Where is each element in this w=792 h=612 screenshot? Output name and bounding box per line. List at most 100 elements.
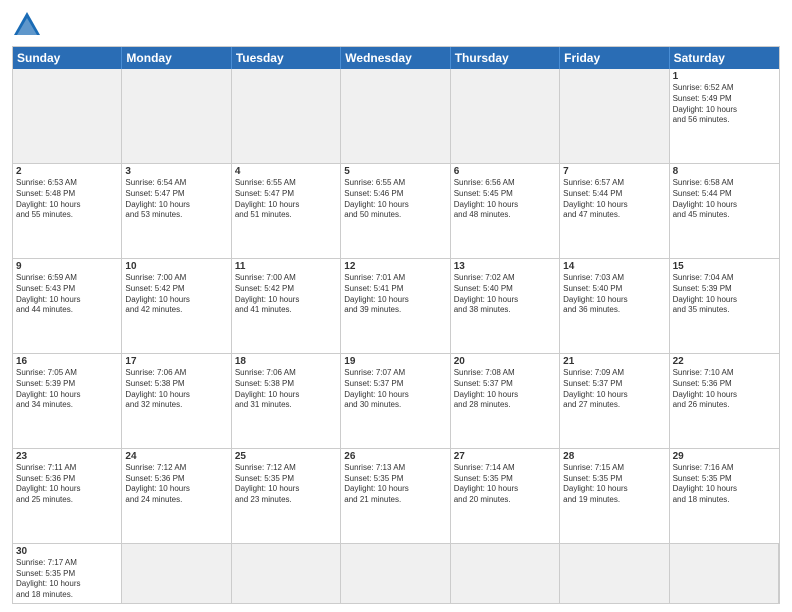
day-number: 29	[673, 451, 776, 462]
day-cell: 8Sunrise: 6:58 AM Sunset: 5:44 PM Daylig…	[670, 164, 779, 258]
week-row: 2Sunrise: 6:53 AM Sunset: 5:48 PM Daylig…	[13, 163, 779, 258]
day-cell	[232, 69, 341, 163]
day-number: 28	[563, 451, 665, 462]
day-number: 21	[563, 356, 665, 367]
day-info: Sunrise: 6:56 AM Sunset: 5:45 PM Dayligh…	[454, 178, 556, 221]
day-number: 23	[16, 451, 118, 462]
day-number: 4	[235, 166, 337, 177]
day-number: 7	[563, 166, 665, 177]
page: SundayMondayTuesdayWednesdayThursdayFrid…	[0, 0, 792, 612]
day-cell: 5Sunrise: 6:55 AM Sunset: 5:46 PM Daylig…	[341, 164, 450, 258]
day-number: 26	[344, 451, 446, 462]
day-cell	[13, 69, 122, 163]
day-number: 2	[16, 166, 118, 177]
day-cell: 19Sunrise: 7:07 AM Sunset: 5:37 PM Dayli…	[341, 354, 450, 448]
calendar: SundayMondayTuesdayWednesdayThursdayFrid…	[12, 46, 780, 604]
day-info: Sunrise: 7:07 AM Sunset: 5:37 PM Dayligh…	[344, 368, 446, 411]
day-info: Sunrise: 7:10 AM Sunset: 5:36 PM Dayligh…	[673, 368, 776, 411]
day-number: 12	[344, 261, 446, 272]
last-week-row: 30Sunrise: 7:17 AM Sunset: 5:35 PM Dayli…	[13, 543, 779, 603]
week-row: 23Sunrise: 7:11 AM Sunset: 5:36 PM Dayli…	[13, 448, 779, 543]
day-cell: 30Sunrise: 7:17 AM Sunset: 5:35 PM Dayli…	[13, 544, 122, 603]
week-row: 1Sunrise: 6:52 AM Sunset: 5:49 PM Daylig…	[13, 69, 779, 163]
day-cell	[451, 544, 560, 603]
day-cell	[341, 69, 450, 163]
day-cell	[341, 544, 450, 603]
day-cell: 27Sunrise: 7:14 AM Sunset: 5:35 PM Dayli…	[451, 449, 560, 543]
day-cell: 2Sunrise: 6:53 AM Sunset: 5:48 PM Daylig…	[13, 164, 122, 258]
day-number: 3	[125, 166, 227, 177]
day-info: Sunrise: 7:02 AM Sunset: 5:40 PM Dayligh…	[454, 273, 556, 316]
day-info: Sunrise: 6:52 AM Sunset: 5:49 PM Dayligh…	[673, 83, 776, 126]
logo-icon	[12, 10, 42, 40]
day-number: 1	[673, 71, 776, 82]
day-number: 6	[454, 166, 556, 177]
day-info: Sunrise: 6:55 AM Sunset: 5:46 PM Dayligh…	[344, 178, 446, 221]
day-cell: 16Sunrise: 7:05 AM Sunset: 5:39 PM Dayli…	[13, 354, 122, 448]
day-number: 30	[16, 546, 118, 557]
day-number: 14	[563, 261, 665, 272]
day-cell	[232, 544, 341, 603]
day-cell: 15Sunrise: 7:04 AM Sunset: 5:39 PM Dayli…	[670, 259, 779, 353]
day-cell	[122, 69, 231, 163]
day-header: Wednesday	[341, 47, 450, 69]
day-info: Sunrise: 6:55 AM Sunset: 5:47 PM Dayligh…	[235, 178, 337, 221]
day-info: Sunrise: 7:09 AM Sunset: 5:37 PM Dayligh…	[563, 368, 665, 411]
day-info: Sunrise: 7:03 AM Sunset: 5:40 PM Dayligh…	[563, 273, 665, 316]
day-cell: 17Sunrise: 7:06 AM Sunset: 5:38 PM Dayli…	[122, 354, 231, 448]
day-info: Sunrise: 6:57 AM Sunset: 5:44 PM Dayligh…	[563, 178, 665, 221]
week-row: 16Sunrise: 7:05 AM Sunset: 5:39 PM Dayli…	[13, 353, 779, 448]
day-number: 16	[16, 356, 118, 367]
day-info: Sunrise: 6:54 AM Sunset: 5:47 PM Dayligh…	[125, 178, 227, 221]
day-info: Sunrise: 7:12 AM Sunset: 5:35 PM Dayligh…	[235, 463, 337, 506]
day-header: Sunday	[13, 47, 122, 69]
day-info: Sunrise: 6:59 AM Sunset: 5:43 PM Dayligh…	[16, 273, 118, 316]
day-cell	[560, 69, 669, 163]
day-info: Sunrise: 7:00 AM Sunset: 5:42 PM Dayligh…	[125, 273, 227, 316]
day-number: 19	[344, 356, 446, 367]
day-number: 25	[235, 451, 337, 462]
day-cell: 26Sunrise: 7:13 AM Sunset: 5:35 PM Dayli…	[341, 449, 450, 543]
day-number: 8	[673, 166, 776, 177]
day-info: Sunrise: 7:14 AM Sunset: 5:35 PM Dayligh…	[454, 463, 556, 506]
day-cell: 21Sunrise: 7:09 AM Sunset: 5:37 PM Dayli…	[560, 354, 669, 448]
day-cell: 23Sunrise: 7:11 AM Sunset: 5:36 PM Dayli…	[13, 449, 122, 543]
day-number: 9	[16, 261, 118, 272]
day-cell: 18Sunrise: 7:06 AM Sunset: 5:38 PM Dayli…	[232, 354, 341, 448]
day-number: 20	[454, 356, 556, 367]
day-headers: SundayMondayTuesdayWednesdayThursdayFrid…	[13, 47, 779, 69]
day-number: 18	[235, 356, 337, 367]
day-info: Sunrise: 7:06 AM Sunset: 5:38 PM Dayligh…	[235, 368, 337, 411]
day-cell: 3Sunrise: 6:54 AM Sunset: 5:47 PM Daylig…	[122, 164, 231, 258]
day-cell: 1Sunrise: 6:52 AM Sunset: 5:49 PM Daylig…	[670, 69, 779, 163]
day-number: 13	[454, 261, 556, 272]
day-header: Friday	[560, 47, 669, 69]
day-cell	[670, 544, 779, 603]
day-cell: 12Sunrise: 7:01 AM Sunset: 5:41 PM Dayli…	[341, 259, 450, 353]
header	[12, 10, 780, 40]
day-cell: 9Sunrise: 6:59 AM Sunset: 5:43 PM Daylig…	[13, 259, 122, 353]
day-number: 17	[125, 356, 227, 367]
day-cell: 28Sunrise: 7:15 AM Sunset: 5:35 PM Dayli…	[560, 449, 669, 543]
day-cell	[560, 544, 669, 603]
day-info: Sunrise: 6:58 AM Sunset: 5:44 PM Dayligh…	[673, 178, 776, 221]
day-number: 11	[235, 261, 337, 272]
day-header: Monday	[122, 47, 231, 69]
day-cell: 29Sunrise: 7:16 AM Sunset: 5:35 PM Dayli…	[670, 449, 779, 543]
day-number: 15	[673, 261, 776, 272]
day-cell: 4Sunrise: 6:55 AM Sunset: 5:47 PM Daylig…	[232, 164, 341, 258]
day-info: Sunrise: 7:16 AM Sunset: 5:35 PM Dayligh…	[673, 463, 776, 506]
day-cell	[122, 544, 231, 603]
weeks: 1Sunrise: 6:52 AM Sunset: 5:49 PM Daylig…	[13, 69, 779, 543]
day-header: Saturday	[670, 47, 779, 69]
day-cell: 24Sunrise: 7:12 AM Sunset: 5:36 PM Dayli…	[122, 449, 231, 543]
day-info: Sunrise: 7:06 AM Sunset: 5:38 PM Dayligh…	[125, 368, 227, 411]
day-number: 24	[125, 451, 227, 462]
day-cell: 22Sunrise: 7:10 AM Sunset: 5:36 PM Dayli…	[670, 354, 779, 448]
day-header: Thursday	[451, 47, 560, 69]
day-info: Sunrise: 7:17 AM Sunset: 5:35 PM Dayligh…	[16, 558, 118, 601]
logo	[12, 10, 46, 40]
day-cell: 7Sunrise: 6:57 AM Sunset: 5:44 PM Daylig…	[560, 164, 669, 258]
day-info: Sunrise: 6:53 AM Sunset: 5:48 PM Dayligh…	[16, 178, 118, 221]
day-cell: 10Sunrise: 7:00 AM Sunset: 5:42 PM Dayli…	[122, 259, 231, 353]
